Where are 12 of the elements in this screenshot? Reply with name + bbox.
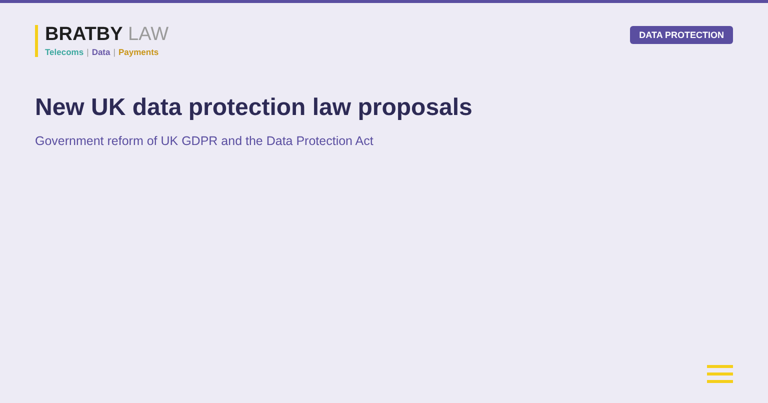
tagline-word: Telecoms xyxy=(45,47,84,57)
logo-name: BRATBY xyxy=(45,24,123,45)
page-subtitle: Government reform of UK GDPR and the Data Protection Act xyxy=(35,134,374,148)
page-title: New UK data protection law proposals xyxy=(35,94,474,122)
separator: | xyxy=(113,47,116,57)
menu-icon[interactable] xyxy=(707,365,733,383)
separator: | xyxy=(86,47,89,57)
logo-suffix: LAW xyxy=(128,24,169,45)
logo[interactable]: BRATBY LAW Telecoms | Data | Payments xyxy=(35,25,169,57)
category-badge[interactable]: DATA PROTECTION xyxy=(630,26,733,44)
tagline-word: Data xyxy=(92,47,110,57)
tagline-word: Payments xyxy=(118,47,159,57)
